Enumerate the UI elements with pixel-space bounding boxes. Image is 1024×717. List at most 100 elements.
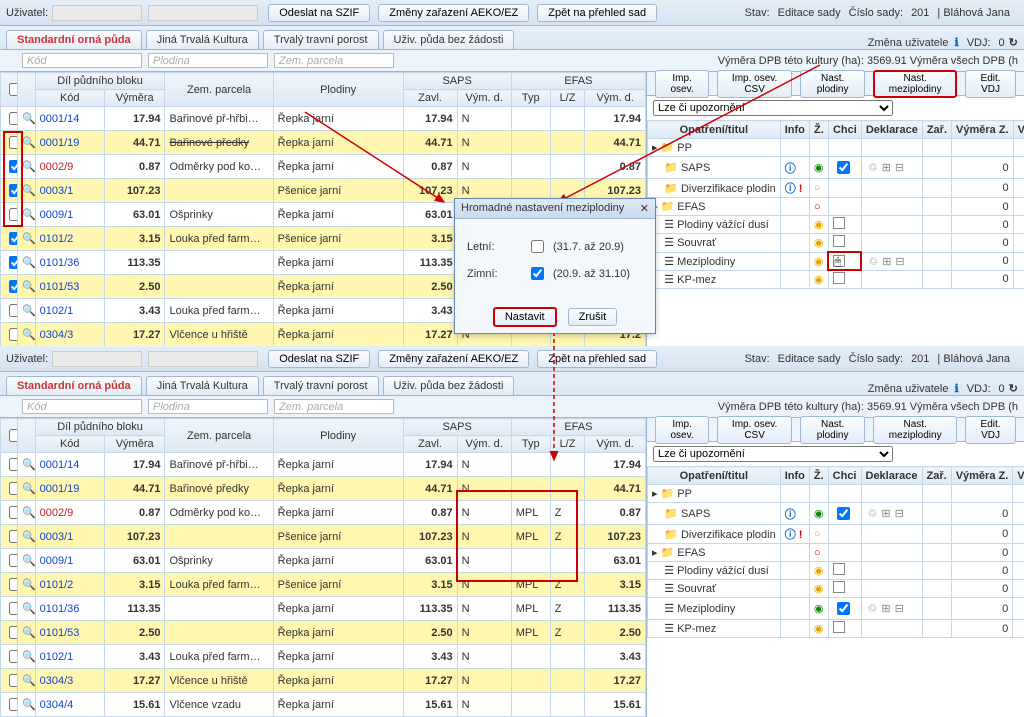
- dlg-letni-check[interactable]: [531, 240, 544, 253]
- table-row[interactable]: 🔍0001/1417.94Bařinové př-hřbi…Řepka jarn…: [1, 453, 646, 477]
- row-checkbox[interactable]: [9, 458, 18, 471]
- table-row[interactable]: 🔍0101/36113.35Řepka jarní113.35NMPLZ113.…: [1, 597, 646, 621]
- hdr-vymd2[interactable]: Vým. d.: [585, 90, 646, 107]
- tab-uziv-2[interactable]: Uživ. půda bez žádosti: [383, 376, 515, 395]
- th-opatreni[interactable]: Opatření/titul: [648, 121, 781, 139]
- row-checkbox[interactable]: [9, 160, 18, 173]
- kod-link[interactable]: 0101/36: [40, 603, 80, 615]
- hdr-lz-2[interactable]: L/Z: [550, 436, 585, 453]
- th-info[interactable]: Info: [780, 121, 809, 139]
- send-szif-button-2[interactable]: Odeslat na SZIF: [268, 350, 370, 368]
- hdr-kod[interactable]: Kód: [35, 90, 104, 107]
- filter-zem[interactable]: Zem. parcela: [274, 53, 394, 68]
- kod-link[interactable]: 0304/4: [40, 699, 74, 711]
- table-row[interactable]: 🔍0001/1944.71Bařinové předkyŘepka jarní4…: [1, 131, 646, 155]
- kod-link[interactable]: 0101/53: [40, 281, 80, 293]
- table-row[interactable]: 🔍0101/532.50Řepka jarní2.50NMPLZ2.50: [1, 621, 646, 645]
- row-checkbox[interactable]: [9, 650, 18, 663]
- nast-meziplodiny-button[interactable]: Nast. meziplodiny: [873, 70, 957, 98]
- hdr-zavl[interactable]: Zavl.: [403, 90, 457, 107]
- tab-jina-2[interactable]: Jiná Trvalá Kultura: [146, 376, 259, 395]
- zoom-icon[interactable]: 🔍: [18, 453, 35, 477]
- hdr-typ-2[interactable]: Typ: [511, 436, 550, 453]
- kod-link[interactable]: 0009/1: [40, 209, 74, 221]
- tree-row-plodiny[interactable]: ☰ Plodiny vážící dusí◉0: [648, 216, 1024, 234]
- th2-a[interactable]: Opatření/titul: [648, 467, 781, 485]
- row-checkbox[interactable]: [9, 698, 18, 711]
- table-row[interactable]: 🔍0001/1944.71Bařinové předkyŘepka jarní4…: [1, 477, 646, 501]
- chk2-saps[interactable]: [837, 507, 850, 520]
- table-row[interactable]: 🔍0001/1417.94Bařinové př-hřbi…Řepka jarn…: [1, 107, 646, 131]
- tab-standard-2[interactable]: Standardní orná půda: [6, 376, 142, 395]
- chk2-pl[interactable]: [833, 563, 845, 575]
- hdr-plod-2[interactable]: Plodiny: [273, 419, 403, 453]
- th2-d[interactable]: Chci: [828, 467, 861, 485]
- tree-row-souvrat[interactable]: ☰ Souvrať◉0: [648, 234, 1024, 253]
- row-checkbox[interactable]: [9, 328, 18, 341]
- th-vymd[interactable]: Výměra D.: [1013, 121, 1024, 139]
- hdr-vymd[interactable]: Vým. d.: [457, 90, 511, 107]
- zoom-icon[interactable]: 🔍: [18, 693, 35, 717]
- kod-link[interactable]: 0003/1: [40, 531, 74, 543]
- th2-e[interactable]: Deklarace: [861, 467, 922, 485]
- chk-kpmez[interactable]: [833, 272, 845, 284]
- th-vymz[interactable]: Výměra Z.: [952, 121, 1014, 139]
- row-checkbox[interactable]: [9, 232, 18, 245]
- kod-link[interactable]: 0304/3: [40, 329, 74, 341]
- table-row[interactable]: 🔍0002/90.87Odměrky pod ko…Řepka jarní0.8…: [1, 155, 646, 179]
- kod-link[interactable]: 0102/1: [40, 651, 74, 663]
- kod-link[interactable]: 0101/36: [40, 257, 80, 269]
- hdr-vymera-2[interactable]: Výměra: [104, 436, 165, 453]
- hdr-vymera[interactable]: Výměra: [104, 90, 165, 107]
- changes-aeko-button-2[interactable]: Změny zařazení AEKO/EZ: [378, 350, 529, 368]
- kod-link[interactable]: 0001/19: [40, 483, 80, 495]
- back-overview-button[interactable]: Zpět na přehled sad: [537, 4, 657, 22]
- row-checkbox[interactable]: [9, 482, 18, 495]
- zoom-icon[interactable]: 🔍: [18, 155, 35, 179]
- kod-link[interactable]: 0001/14: [40, 113, 80, 125]
- kod-link[interactable]: 0101/2: [40, 233, 74, 245]
- row-checkbox[interactable]: [9, 112, 18, 125]
- tab-jina-trvala[interactable]: Jiná Trvalá Kultura: [146, 30, 259, 49]
- nast-meziplodiny-button-2[interactable]: Nast. meziplodiny: [873, 416, 957, 444]
- kod-link[interactable]: 0102/1: [40, 305, 74, 317]
- changes-aeko-button[interactable]: Změny zařazení AEKO/EZ: [378, 4, 529, 22]
- filter-kod-2[interactable]: Kód: [22, 399, 142, 414]
- row-checkbox[interactable]: [9, 674, 18, 687]
- hdr-sel-all[interactable]: [1, 73, 18, 107]
- th2-c[interactable]: Ž.: [809, 467, 828, 485]
- kod-link[interactable]: 0003/1: [40, 185, 74, 197]
- hdr-vymd2-2[interactable]: Vým. d.: [585, 436, 646, 453]
- tree-row-meziplodiny[interactable]: ☰ Meziplodiny◉🖱♲⊞⊟0: [648, 252, 1024, 270]
- filter-kod[interactable]: Kód: [22, 53, 142, 68]
- zoom-icon[interactable]: 🔍: [18, 501, 35, 525]
- hdr-typ[interactable]: Typ: [511, 90, 550, 107]
- zoom-icon[interactable]: 🔍: [18, 203, 35, 227]
- kod-link[interactable]: 0002/9: [40, 161, 74, 173]
- th-chci[interactable]: Chci: [828, 121, 861, 139]
- row-checkbox[interactable]: [9, 602, 18, 615]
- th-dekl[interactable]: Deklarace: [861, 121, 922, 139]
- row-checkbox[interactable]: [9, 208, 18, 221]
- imp-osev-button[interactable]: Imp. osev.: [655, 70, 709, 98]
- chk-saps[interactable]: [837, 161, 850, 174]
- tree-row-kpmez[interactable]: ☰ KP-mez◉0: [648, 270, 1024, 289]
- tree2-div[interactable]: 📁Diverzifikace plodinⓘ !○0: [648, 525, 1024, 544]
- table-row[interactable]: 🔍0304/317.27Vlčence u hřištěŘepka jarní1…: [1, 669, 646, 693]
- zoom-icon[interactable]: 🔍: [18, 525, 35, 549]
- tree2-saps[interactable]: 📁SAPSⓘ◉♲⊞⊟03575.02: [648, 503, 1024, 525]
- row-checkbox[interactable]: [9, 530, 18, 543]
- table-row[interactable]: 🔍0304/415.61Vlčence vzaduŘepka jarní15.6…: [1, 693, 646, 717]
- zoom-icon[interactable]: 🔍: [18, 299, 35, 323]
- th2-h[interactable]: Výměra D.: [1013, 467, 1024, 485]
- nast-plodiny-button[interactable]: Nast. plodiny: [800, 70, 865, 98]
- chk2-kp[interactable]: [833, 621, 845, 633]
- th2-b[interactable]: Info: [780, 467, 809, 485]
- table-row[interactable]: 🔍0009/163.01OšprinkyŘepka jarní63.01N63.…: [1, 549, 646, 573]
- nast-plodiny-button-2[interactable]: Nast. plodiny: [800, 416, 865, 444]
- kod-link[interactable]: 0009/1: [40, 555, 74, 567]
- filter-plodina-2[interactable]: Plodina: [148, 399, 268, 414]
- tree2-pp[interactable]: ▸ 📁PP: [648, 485, 1024, 503]
- info-icon-2[interactable]: ℹ: [955, 382, 959, 395]
- zoom-icon[interactable]: 🔍: [18, 107, 35, 131]
